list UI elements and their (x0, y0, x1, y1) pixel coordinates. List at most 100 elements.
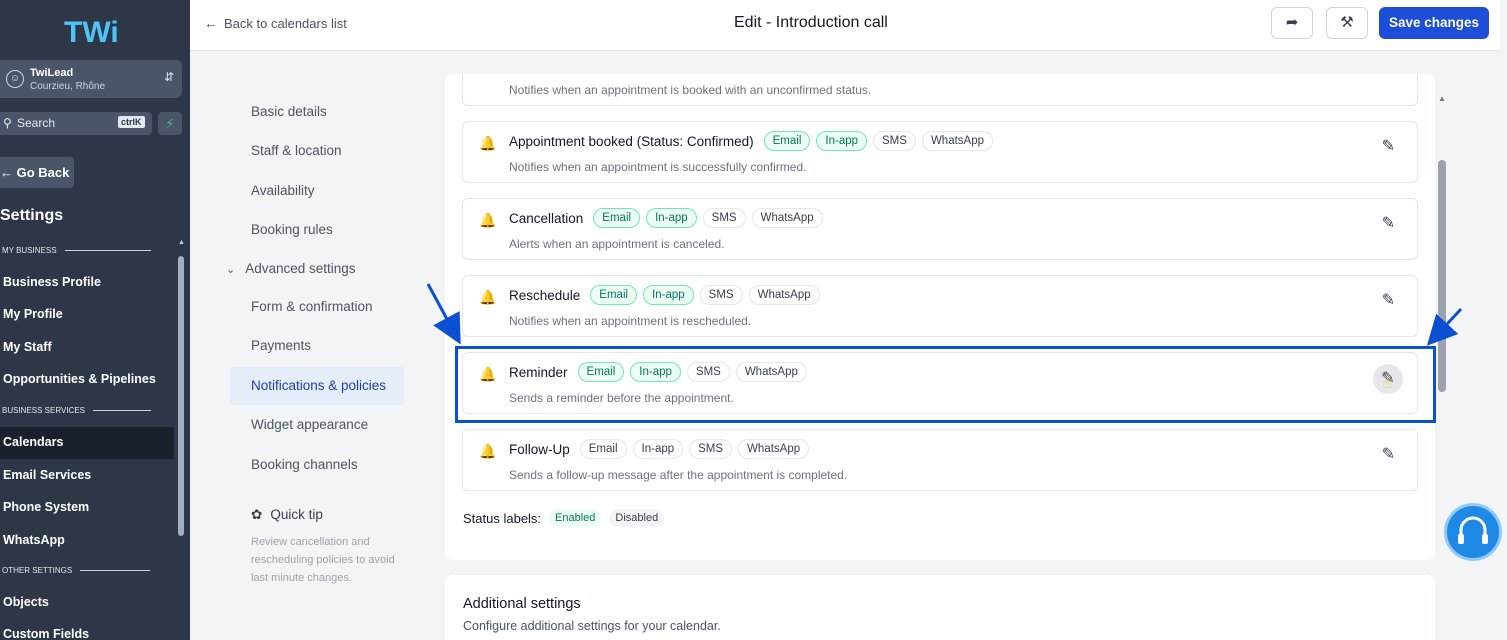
sidebar-item-my-staff[interactable]: My Staff (3, 340, 52, 354)
notification-desc: Alerts when an appointment is canceled. (509, 237, 725, 251)
support-headset-button[interactable] (1444, 503, 1502, 561)
sidebar-item-email-services[interactable]: Email Services (3, 468, 91, 482)
section-my-business: MY BUSINESS (2, 246, 151, 255)
sidebar-item-whatsapp[interactable]: WhatsApp (3, 533, 65, 547)
channel-email-pill[interactable]: Email (590, 285, 638, 305)
go-back-label: Go Back (16, 165, 70, 180)
notification-row-reminder: 🔔 Reminder Email In-app SMS WhatsApp Sen… (462, 352, 1418, 414)
subnav-form-confirmation[interactable]: Form & confirmation (251, 299, 373, 314)
notification-title: Cancellation (509, 210, 584, 226)
channel-inapp-pill[interactable]: In-app (632, 439, 684, 459)
page-title: Edit - Introduction call (734, 14, 888, 31)
top-bar: ← Back to calendars list Edit - Introduct… (190, 0, 1500, 51)
go-back-button[interactable]: ← Go Back (0, 157, 74, 188)
subnav-staff-location[interactable]: Staff & location (251, 143, 342, 158)
channel-sms-pill[interactable]: SMS (873, 131, 916, 151)
tools-button[interactable]: ⚒ (1326, 7, 1368, 39)
channel-email-pill[interactable]: Email (577, 362, 625, 382)
subnav-basic-details[interactable]: Basic details (251, 104, 327, 119)
sidebar-item-business-profile[interactable]: Business Profile (3, 275, 101, 289)
notifications-card: Notifies when an appointment is booked w… (445, 74, 1435, 560)
pencil-icon[interactable]: ✎ (1382, 213, 1395, 233)
scroll-up-icon[interactable]: ▲ (178, 239, 185, 246)
channel-email-pill[interactable]: Email (593, 208, 641, 228)
notification-row-booked-confirmed: 🔔 Appointment booked (Status: Confirmed)… (462, 121, 1418, 183)
notification-row-reschedule: 🔔 Reschedule Email In-app SMS WhatsApp N… (462, 275, 1418, 337)
content-scrollbar[interactable] (1438, 160, 1446, 392)
subnav-widget-appearance[interactable]: Widget appearance (251, 417, 368, 432)
subnav-payments[interactable]: Payments (251, 338, 311, 353)
channel-inapp-pill[interactable]: In-app (630, 362, 681, 382)
subnav-advanced-settings[interactable]: ⌄ Advanced settings (226, 261, 356, 276)
notification-row-follow-up: 🔔 Follow-Up Email In-app SMS WhatsApp Se… (462, 429, 1418, 491)
subnav-booking-channels[interactable]: Booking channels (251, 457, 358, 472)
back-to-calendars-link[interactable]: ← Back to calendars list (204, 15, 347, 31)
notification-row-unconfirmed: Notifies when an appointment is booked w… (462, 74, 1418, 106)
channel-email-pill[interactable]: Email (579, 439, 627, 459)
pencil-icon[interactable]: ✎ (1382, 290, 1395, 310)
section-business-services: BUSINESS SERVICES (2, 406, 151, 415)
channel-inapp-pill[interactable]: In-app (816, 131, 868, 151)
channel-whatsapp-pill[interactable]: WhatsApp (751, 208, 823, 228)
account-switcher[interactable]: ☺ TwiLead Courzieu, Rhône ⇵ (0, 60, 182, 98)
notification-title: Reschedule (509, 287, 581, 303)
notification-title: Appointment booked (Status: Confirmed) (509, 133, 754, 149)
notification-title: Reminder (509, 364, 568, 380)
sidebar-search[interactable]: ⚲ Search ctrlK (0, 112, 152, 135)
notification-title: Follow-Up (509, 441, 570, 457)
notification-desc: Sends a follow-up message after the appo… (509, 468, 848, 482)
pencil-icon[interactable]: ✎ (1382, 136, 1395, 156)
channel-sms-pill[interactable]: SMS (699, 285, 743, 305)
sidebar: TWi ☺ TwiLead Courzieu, Rhône ⇵ ⚲ Search… (0, 0, 190, 640)
subnav-availability[interactable]: Availability (251, 183, 315, 198)
status-labels-title: Status labels: (463, 510, 542, 526)
share-button[interactable]: ➦ (1271, 7, 1313, 39)
channel-whatsapp-pill[interactable]: WhatsApp (735, 362, 807, 382)
channel-inapp-pill[interactable]: In-app (646, 208, 697, 228)
channel-sms-pill[interactable]: SMS (702, 208, 746, 228)
sidebar-item-objects[interactable]: Objects (3, 595, 49, 609)
status-disabled-badge: Disabled (609, 509, 665, 527)
subnav-booking-rules[interactable]: Booking rules (251, 222, 333, 237)
sidebar-item-custom-fields[interactable]: Custom Fields (3, 627, 89, 640)
search-shortcut-badge: ctrlK (118, 116, 145, 128)
save-changes-button[interactable]: Save changes (1379, 7, 1489, 39)
search-placeholder: Search (17, 116, 56, 130)
channel-whatsapp-pill[interactable]: WhatsApp (748, 285, 820, 305)
notification-desc: Sends a reminder before the appointment. (509, 391, 734, 405)
sidebar-item-my-profile[interactable]: My Profile (3, 307, 63, 321)
sidebar-scrollbar[interactable] (178, 256, 184, 536)
svg-text:TWi: TWi (64, 16, 118, 46)
status-labels: Status labels: Enabled Disabled (463, 509, 665, 527)
hand-cursor-icon: ☝ (1382, 375, 1392, 392)
pencil-icon[interactable]: ✎ (1382, 444, 1395, 464)
scroll-up-icon[interactable]: ▲ (1438, 94, 1446, 103)
channel-inapp-pill[interactable]: In-app (643, 285, 694, 305)
additional-settings-title: Additional settings (463, 596, 581, 612)
channel-sms-pill[interactable]: SMS (689, 439, 733, 459)
sidebar-item-calendars[interactable]: Calendars (3, 435, 63, 449)
channel-whatsapp-pill[interactable]: WhatsApp (738, 439, 810, 459)
bell-icon: 🔔 (479, 366, 497, 382)
notification-row-cancellation: 🔔 Cancellation Email In-app SMS WhatsApp… (462, 198, 1418, 260)
share-icon: ➦ (1285, 14, 1299, 31)
lightbulb-icon: ✿ (251, 507, 263, 522)
quick-tip-title: ✿ Quick tip (251, 507, 323, 522)
section-other-settings: OTHER SETTINGS (2, 566, 151, 575)
arrow-left-icon: ← (204, 15, 218, 31)
lightning-icon[interactable]: ⚡ (158, 112, 182, 135)
bell-icon: 🔔 (479, 135, 497, 151)
sidebar-item-opportunities[interactable]: Opportunities & Pipelines (3, 372, 156, 386)
sidebar-item-phone-system[interactable]: Phone System (3, 500, 89, 514)
notification-desc: Notifies when an appointment is successf… (509, 160, 807, 174)
quick-tip-text: Review cancellation and rescheduling pol… (251, 536, 395, 584)
channel-whatsapp-pill[interactable]: WhatsApp (921, 131, 993, 151)
channel-sms-pill[interactable]: SMS (686, 362, 730, 382)
chevron-updown-icon: ⇵ (163, 70, 174, 84)
notification-desc: Notifies when an appointment is booked w… (509, 83, 872, 97)
user-icon: ☺ (6, 70, 24, 88)
twi-logo: TWi (64, 16, 118, 46)
subnav-notifications[interactable]: Notifications & policies (251, 378, 386, 393)
channel-email-pill[interactable]: Email (763, 131, 811, 151)
additional-settings-desc: Configure additional settings for your c… (463, 619, 721, 633)
